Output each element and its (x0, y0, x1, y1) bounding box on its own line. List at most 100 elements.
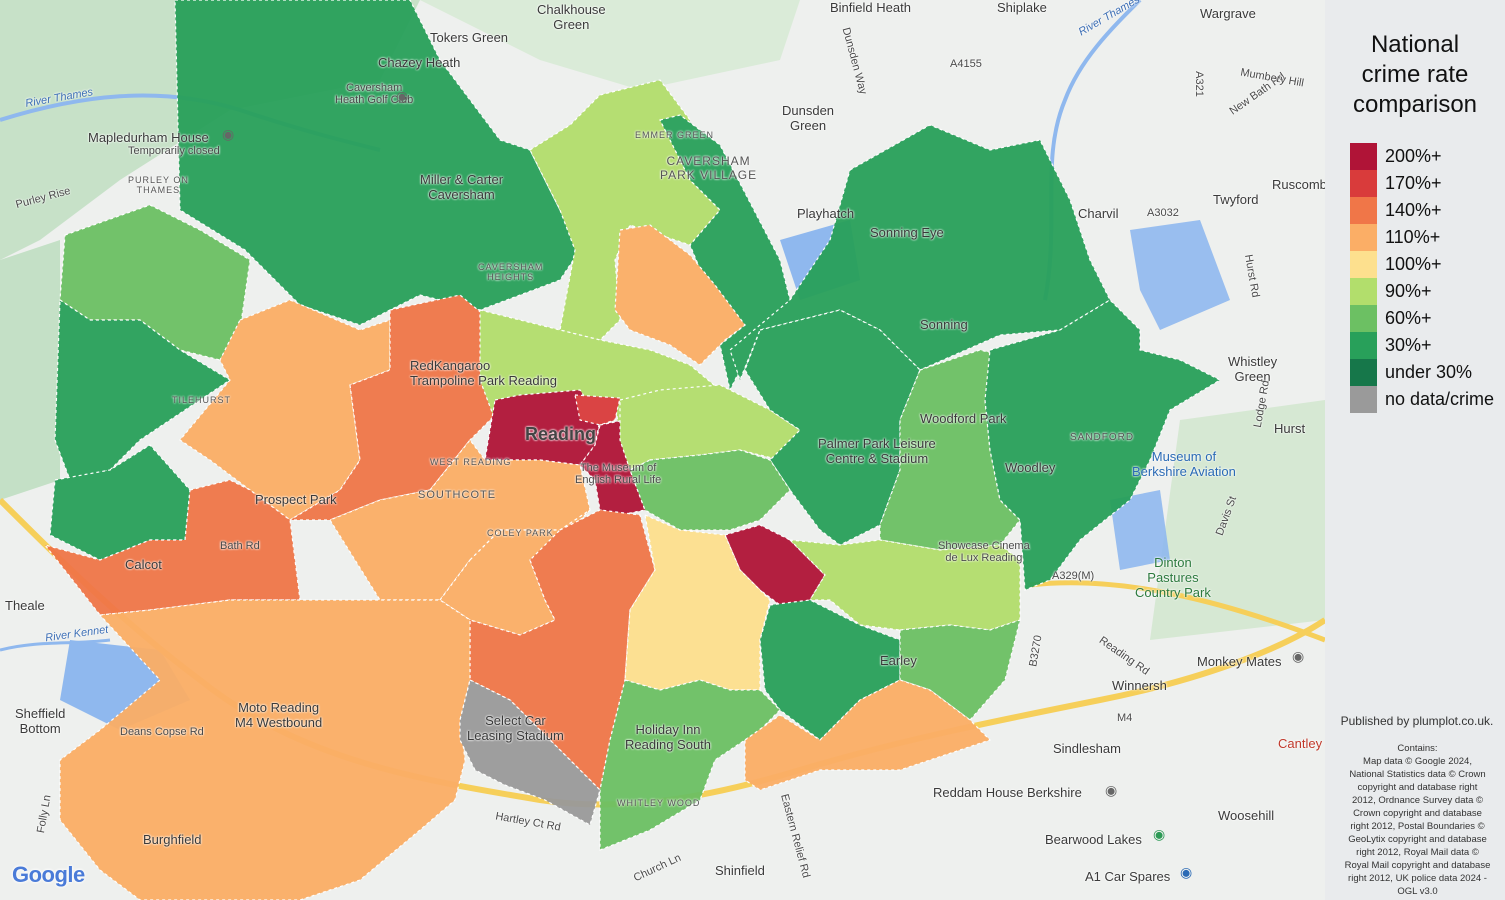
legend-swatch (1350, 305, 1377, 332)
label-caversham-heights: CAVERSHAM HEIGHTS (478, 262, 544, 282)
legend-swatch (1350, 143, 1377, 170)
label-road-deans-copse-rd: Deans Copse Rd (120, 726, 204, 738)
legend-title-line: National (1370, 31, 1460, 58)
location-pin-icon[interactable]: ◉ (396, 88, 408, 105)
legend-swatch (1350, 332, 1377, 359)
legend-label: under 30% (1385, 362, 1473, 382)
label-charvil: Charvil (1078, 206, 1119, 221)
label-sonning-eye: Sonning Eye (870, 225, 944, 240)
label-road-m4: M4 (1117, 712, 1133, 724)
location-pin-icon[interactable]: ◉ (222, 126, 234, 143)
legend-label: 170%+ (1385, 173, 1442, 193)
legend-label: 100%+ (1385, 254, 1442, 274)
label-shinfield: Shinfield (715, 863, 765, 878)
label-road-a3032: A3032 (1147, 207, 1179, 219)
legend-item: 170%+ (1350, 170, 1494, 197)
label-hurst: Hurst (1274, 421, 1306, 436)
label-miller-carter: Miller & Carter Caversham (420, 172, 504, 202)
legend-label: no data/crime (1385, 389, 1495, 409)
label-purley-on-thames: PURLEY ON THAMES (128, 175, 189, 195)
label-theale: Theale (5, 598, 45, 613)
label-winnersh: Winnersh (1112, 678, 1167, 693)
legend-title: National crime rate comparison (1325, 30, 1505, 120)
label-chalkhouse-green: Chalkhouse Green (537, 2, 606, 32)
legend-swatch (1350, 197, 1377, 224)
label-binfield-heath: Binfield Heath (830, 0, 911, 15)
legend-label: 90%+ (1385, 281, 1432, 301)
label-showcase-cinema: Showcase Cinema de Lux Reading (938, 540, 1030, 564)
location-pin-icon[interactable]: ◉ (1105, 782, 1117, 799)
location-pin-icon[interactable]: ◉ (1153, 826, 1165, 843)
label-a1-car-spares: A1 Car Spares (1085, 869, 1171, 884)
legend-swatch (1350, 251, 1377, 278)
label-road-bath-rd: Bath Rd (220, 540, 260, 552)
label-select-car: Select Car Leasing Stadium (467, 713, 564, 743)
map-area[interactable]: Chalkhouse Green Tokers Green Chazey Hea… (0, 0, 1325, 900)
label-sindlesham: Sindlesham (1053, 741, 1121, 756)
label-chazey-heath: Chazey Heath (378, 55, 461, 70)
label-emmer-green: EMMER GREEN (635, 130, 715, 140)
legend-item: 100%+ (1350, 251, 1494, 278)
label-wargrave: Wargrave (1200, 6, 1256, 21)
label-whistley-green: Whistley Green (1228, 354, 1278, 384)
google-logo: Google (12, 862, 85, 888)
label-moto-reading: Moto Reading M4 Westbound (235, 700, 323, 730)
label-holiday-inn: Holiday Inn Reading South (625, 722, 712, 752)
label-woodley: Woodley (1005, 460, 1056, 475)
legend-item: 30%+ (1350, 332, 1494, 359)
label-road-a321: A321 (1192, 71, 1205, 97)
region-reading-station (574, 394, 621, 426)
label-redkangaroo: RedKangaroo Trampoline Park Reading (410, 358, 557, 388)
label-west-reading: WEST READING (430, 457, 512, 467)
label-palmer-park: Palmer Park Leisure Centre & Stadium (818, 436, 936, 466)
location-pin-icon[interactable]: ◉ (1180, 864, 1192, 881)
legend-title-line: crime rate (1361, 61, 1469, 88)
legend-swatch (1350, 224, 1377, 251)
label-sandford: SANDFORD (1070, 432, 1135, 443)
label-mapledurham-house: Mapledurham House (88, 130, 209, 145)
label-earley: Earley (880, 653, 917, 668)
label-bearwood-lakes: Bearwood Lakes (1045, 832, 1142, 847)
label-shiplake: Shiplake (997, 0, 1047, 15)
legend-panel: National crime rate comparison 200%+ 170… (1325, 0, 1505, 900)
legend-swatch (1350, 278, 1377, 305)
location-pin-icon[interactable]: ◉ (1292, 648, 1304, 665)
label-calcot: Calcot (125, 557, 162, 572)
label-sheffield-bottom: Sheffield Bottom (15, 706, 66, 736)
label-whitley-wood: WHITLEY WOOD (617, 798, 701, 808)
legend-item: 90%+ (1350, 278, 1494, 305)
label-ruscombe: Ruscomb (1272, 177, 1325, 192)
label-coley-park: COLEY PARK (487, 528, 554, 538)
legend-label: 200%+ (1385, 146, 1442, 166)
legend-swatch (1350, 170, 1377, 197)
label-road-a329m: A329(M) (1052, 570, 1095, 582)
legend-label: 140%+ (1385, 200, 1442, 220)
legend-item: 110%+ (1350, 224, 1494, 251)
label-museum-aviation: Museum of Berkshire Aviation (1132, 449, 1236, 479)
legend-title-line: comparison (1352, 91, 1478, 118)
label-woodford-park: Woodford Park (920, 411, 1007, 426)
label-burghfield: Burghfield (143, 832, 202, 847)
label-southcote: SOUTHCOTE (418, 489, 497, 501)
label-playhatch: Playhatch (797, 206, 855, 221)
label-woosehill: Woosehill (1218, 808, 1275, 823)
label-dinton-pastures: Dinton Pastures Country Park (1135, 555, 1211, 600)
label-tilehurst: TILEHURST (172, 395, 232, 405)
label-tokers-green: Tokers Green (430, 30, 509, 45)
published-by: Published by plumplot.co.uk. (1340, 714, 1494, 728)
legend-item: 60%+ (1350, 305, 1494, 332)
label-temporarily-closed: Temporarily closed (128, 145, 220, 157)
legend-label: 60%+ (1385, 308, 1432, 328)
legend-label: 30%+ (1385, 335, 1432, 355)
legend-item: 200%+ (1350, 143, 1494, 170)
label-museum-english-rural: The Museum of English Rural Life (575, 462, 662, 486)
label-reading: Reading (525, 424, 597, 444)
green-area-west (0, 240, 60, 500)
label-dunsden-green: Dunsden Green (782, 103, 835, 133)
label-reddam-house: Reddam House Berkshire (933, 785, 1082, 800)
label-twyford: Twyford (1213, 192, 1259, 207)
label-prospect-park: Prospect Park (255, 492, 337, 507)
legend-item: under 30% (1350, 359, 1494, 386)
google-logo-text: Google (12, 862, 85, 887)
attribution-text: Contains: Map data © Google 2024, Nation… (1344, 743, 1491, 897)
